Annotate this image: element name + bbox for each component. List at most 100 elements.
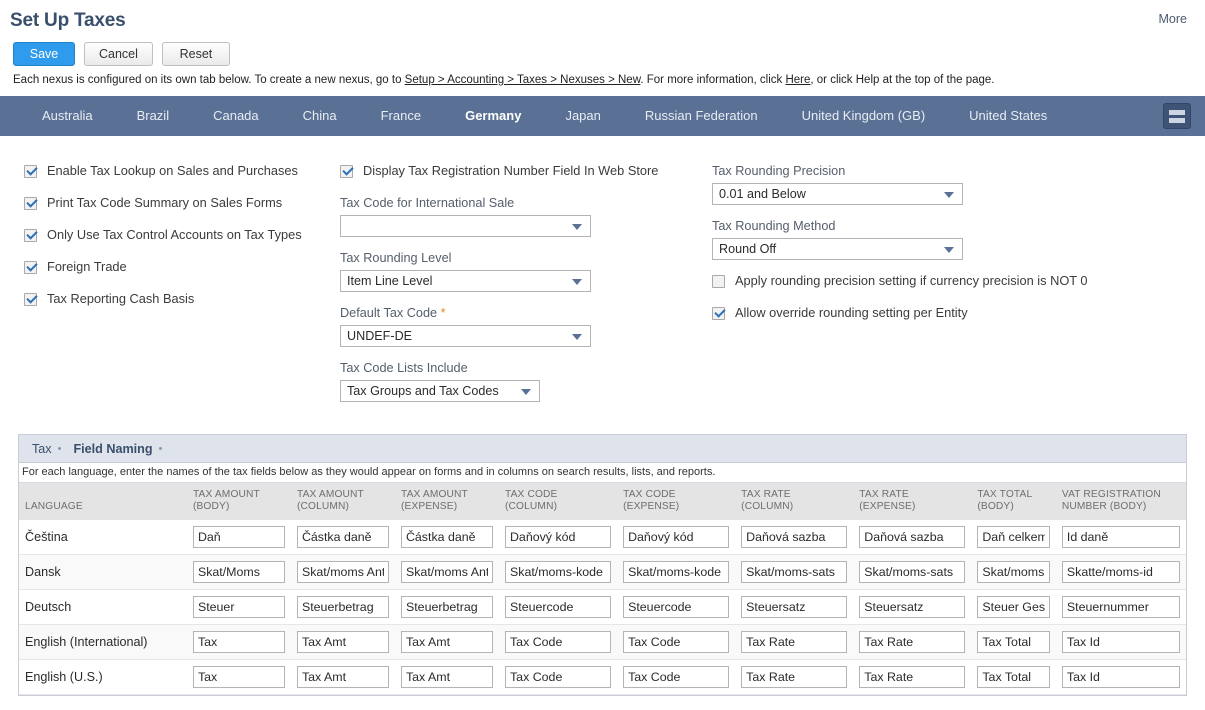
field-name-input[interactable]	[401, 526, 493, 548]
field-name-input[interactable]	[859, 666, 965, 688]
field-name-input[interactable]	[297, 561, 389, 583]
field-name-input[interactable]	[977, 666, 1050, 688]
field-name-input[interactable]	[1062, 526, 1180, 548]
checkbox-tax-reporting-cash-basis[interactable]	[24, 293, 37, 306]
field-name-input[interactable]	[859, 561, 965, 583]
nexus-tab-japan[interactable]: Japan	[543, 96, 622, 136]
required-asterisk: *	[441, 306, 446, 320]
lists-include-select[interactable]: Tax Groups and Tax Codes	[340, 380, 540, 402]
rounding-method-select[interactable]: Round Off	[712, 238, 963, 260]
checkbox-foreign-trade[interactable]	[24, 261, 37, 274]
field-name-input[interactable]	[193, 596, 285, 618]
field-name-input[interactable]	[977, 561, 1050, 583]
lists-include-label: Tax Code Lists Include	[340, 361, 712, 375]
subtab-tax[interactable]: Tax	[29, 442, 55, 456]
field-name-input[interactable]	[297, 631, 389, 653]
more-link[interactable]: More	[1159, 12, 1187, 26]
field-name-input[interactable]	[193, 666, 285, 688]
field-name-input[interactable]	[623, 526, 729, 548]
setup-path-link[interactable]: Setup > Accounting > Taxes > Nexuses > N…	[405, 74, 641, 86]
field-name-input[interactable]	[1062, 631, 1180, 653]
field-name-input[interactable]	[401, 596, 493, 618]
field-name-input[interactable]	[741, 631, 847, 653]
field-name-input[interactable]	[297, 666, 389, 688]
field-name-input[interactable]	[193, 631, 285, 653]
field-name-input[interactable]	[1062, 666, 1180, 688]
checkbox-only-use-tax-control-accounts-on-tax-types[interactable]	[24, 229, 37, 242]
field-name-input[interactable]	[741, 526, 847, 548]
field-name-input[interactable]	[859, 526, 965, 548]
field-name-cell	[617, 520, 735, 555]
rounding-precision-select[interactable]: 0.01 and Below	[712, 183, 963, 205]
field-name-input[interactable]	[859, 631, 965, 653]
cancel-button[interactable]: Cancel	[84, 42, 153, 66]
field-name-input[interactable]	[977, 631, 1050, 653]
checkbox-row: Only Use Tax Control Accounts on Tax Typ…	[24, 228, 340, 242]
display-tax-registration-checkbox[interactable]	[340, 165, 353, 178]
field-name-input[interactable]	[977, 596, 1050, 618]
table-row: Deutsch	[19, 590, 1186, 625]
field-name-cell	[499, 625, 617, 660]
reset-button[interactable]: Reset	[162, 42, 230, 66]
nexus-tab-united-states[interactable]: United States	[947, 96, 1069, 136]
nexus-tab-canada[interactable]: Canada	[191, 96, 281, 136]
default-tax-code-label-text: Default Tax Code	[340, 306, 437, 320]
save-button[interactable]: Save	[13, 42, 75, 66]
field-name-input[interactable]	[505, 561, 611, 583]
field-name-input[interactable]	[193, 561, 285, 583]
checkbox-print-tax-code-summary-on-sales-forms[interactable]	[24, 197, 37, 210]
field-name-input[interactable]	[505, 596, 611, 618]
field-name-input[interactable]	[623, 666, 729, 688]
language-cell: English (U.S.)	[19, 660, 187, 695]
instruction-pre: Each nexus is configured on its own tab …	[13, 74, 405, 86]
field-name-input[interactable]	[1062, 596, 1180, 618]
field-name-input[interactable]	[505, 631, 611, 653]
field-name-cell	[971, 555, 1056, 590]
list-menu-icon[interactable]	[1163, 103, 1191, 129]
field-name-input[interactable]	[401, 631, 493, 653]
field-name-input[interactable]	[297, 526, 389, 548]
field-name-input[interactable]	[623, 561, 729, 583]
default-tax-code-select[interactable]: UNDEF-DE	[340, 325, 591, 347]
chevron-down-icon	[944, 247, 954, 253]
nexus-tab-china[interactable]: China	[281, 96, 359, 136]
field-name-input[interactable]	[505, 666, 611, 688]
field-name-cell	[853, 660, 971, 695]
field-name-cell	[499, 555, 617, 590]
intl-sale-select[interactable]	[340, 215, 591, 237]
field-name-input[interactable]	[1062, 561, 1180, 583]
nexus-tab-united-kingdom-gb[interactable]: United Kingdom (GB)	[780, 96, 948, 136]
field-name-input[interactable]	[401, 666, 493, 688]
nexus-tab-france[interactable]: France	[359, 96, 443, 136]
field-name-input[interactable]	[401, 561, 493, 583]
language-cell: English (International)	[19, 625, 187, 660]
field-name-cell	[617, 625, 735, 660]
field-name-cell	[971, 625, 1056, 660]
column-header-line1: TAX TOTAL	[977, 489, 1050, 501]
field-name-input[interactable]	[859, 596, 965, 618]
field-name-input[interactable]	[977, 526, 1050, 548]
nexus-tab-germany[interactable]: Germany	[443, 96, 543, 136]
field-name-input[interactable]	[505, 526, 611, 548]
default-tax-code-field: Default Tax Code * UNDEF-DE	[340, 306, 712, 347]
subtab-field-naming[interactable]: Field Naming	[70, 442, 155, 456]
checkbox-enable-tax-lookup-on-sales-and-purchases[interactable]	[24, 165, 37, 178]
field-name-input[interactable]	[741, 666, 847, 688]
field-name-input[interactable]	[297, 596, 389, 618]
field-name-input[interactable]	[741, 561, 847, 583]
field-name-input[interactable]	[741, 596, 847, 618]
field-name-input[interactable]	[623, 631, 729, 653]
field-name-input[interactable]	[623, 596, 729, 618]
intl-sale-label: Tax Code for International Sale	[340, 196, 712, 210]
table-row: Čeština	[19, 520, 1186, 555]
apply-precision-checkbox[interactable]	[712, 275, 725, 288]
column-header: VAT REGISTRATIONNUMBER (BODY)	[1056, 483, 1186, 520]
nexus-tab-australia[interactable]: Australia	[20, 96, 115, 136]
nexus-tab-brazil[interactable]: Brazil	[115, 96, 192, 136]
nexus-tab-russian-federation[interactable]: Russian Federation	[623, 96, 780, 136]
here-link[interactable]: Here	[785, 74, 810, 86]
field-name-input[interactable]	[193, 526, 285, 548]
rounding-level-select[interactable]: Item Line Level	[340, 270, 591, 292]
field-name-cell	[1056, 660, 1186, 695]
allow-override-checkbox[interactable]	[712, 307, 725, 320]
